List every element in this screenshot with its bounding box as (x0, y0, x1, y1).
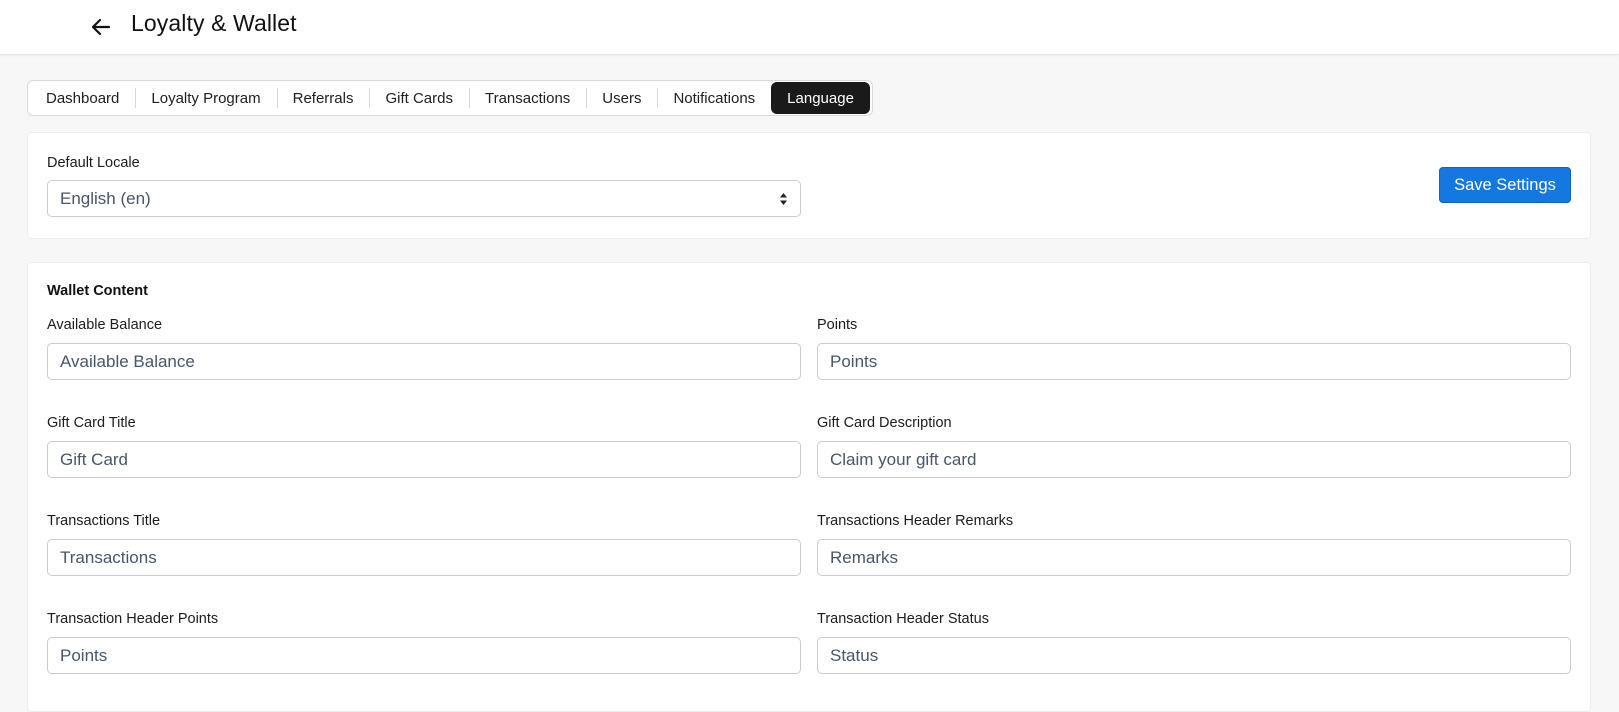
select-arrows-icon (780, 193, 787, 205)
available-balance-input[interactable]: Available Balance (47, 343, 801, 380)
gift-card-title-input[interactable]: Gift Card (47, 441, 801, 478)
transactions-title-input[interactable]: Transactions (47, 539, 801, 576)
transaction-header-status-input[interactable]: Status (817, 637, 1571, 674)
tab-transactions[interactable]: Transactions (468, 83, 586, 113)
locale-settings-card: Default Locale English (en) Save Setting… (27, 132, 1591, 239)
gift-card-description-input[interactable]: Claim your gift card (817, 441, 1571, 478)
transaction-header-status-label: Transaction Header Status (817, 611, 989, 627)
tab-bar: Dashboard Loyalty Program Referrals Gift… (27, 80, 873, 116)
tab-gift-cards[interactable]: Gift Cards (369, 83, 469, 113)
gift-card-title-label: Gift Card Title (47, 415, 136, 431)
gift-card-description-label: Gift Card Description (817, 415, 952, 431)
default-locale-select[interactable]: English (en) (47, 180, 801, 217)
tab-language[interactable]: Language (771, 82, 870, 114)
tab-users[interactable]: Users (586, 83, 657, 113)
transactions-title-label: Transactions Title (47, 513, 161, 529)
transaction-header-points-label: Transaction Header Points (47, 611, 219, 627)
available-balance-label: Available Balance (47, 317, 163, 333)
default-locale-value: English (en) (60, 188, 151, 208)
top-bar: Loyalty & Wallet (0, 0, 1619, 55)
tab-referrals[interactable]: Referrals (276, 83, 370, 113)
tab-loyalty-program[interactable]: Loyalty Program (135, 83, 276, 113)
tab-notifications[interactable]: Notifications (657, 83, 771, 113)
transactions-header-remarks-input[interactable]: Remarks (817, 539, 1571, 576)
default-locale-label: Default Locale (47, 155, 140, 171)
wallet-content-card: Wallet Content Available Balance Availab… (27, 262, 1591, 712)
back-arrow-icon[interactable] (88, 14, 114, 40)
transactions-header-remarks-label: Transactions Header Remarks (817, 513, 1014, 529)
points-label: Points (817, 317, 858, 333)
save-settings-button[interactable]: Save Settings (1439, 167, 1571, 203)
tab-dashboard[interactable]: Dashboard (30, 83, 135, 113)
wallet-content-title: Wallet Content (47, 283, 148, 299)
page-title: Loyalty & Wallet (131, 10, 297, 36)
points-input[interactable]: Points (817, 343, 1571, 380)
transaction-header-points-input[interactable]: Points (47, 637, 801, 674)
